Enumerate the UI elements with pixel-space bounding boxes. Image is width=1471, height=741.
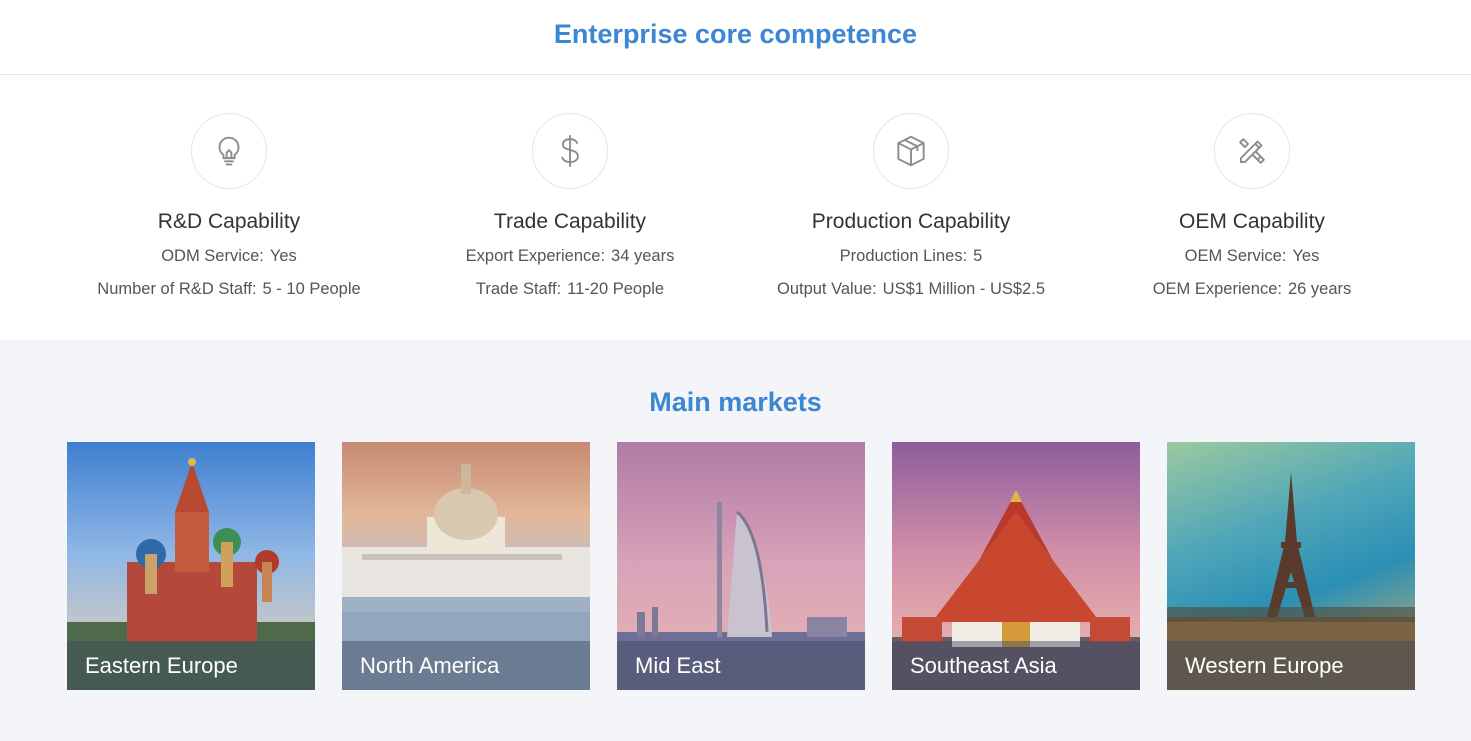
row-value: 5 - 10 People — [262, 280, 361, 298]
market-label: North America — [342, 641, 590, 690]
capability-row: Export Experience: 34 years — [400, 240, 740, 273]
capability-row: OEM Service: Yes — [1082, 240, 1422, 273]
market-label: Mid East — [617, 641, 865, 690]
row-label: ODM Service: — [161, 247, 264, 265]
row-value: Yes — [269, 247, 297, 265]
market-label: Eastern Europe — [67, 641, 315, 690]
core-competence-section: Enterprise core competence R&D Capabilit… — [0, 0, 1471, 340]
market-tile-mid-east[interactable]: Mid East — [617, 442, 865, 690]
market-label: Western Europe — [1167, 641, 1415, 690]
capability-title: R&D Capability — [157, 210, 301, 233]
row-label: Output Value: — [776, 280, 877, 298]
market-tile-eastern-europe[interactable]: Eastern Europe — [67, 442, 315, 690]
capability-row: ODM Service: Yes — [59, 240, 399, 273]
capability-card-oem: OEM Capability OEM Service: Yes OEM Exper… — [1082, 75, 1422, 306]
market-label: Southeast Asia — [892, 641, 1140, 690]
capability-row: Production Lines: 5 — [741, 240, 1081, 273]
row-label: Number of R&D Staff: — [97, 280, 257, 298]
design-tools-icon — [1214, 113, 1290, 189]
section-title: Main markets — [649, 387, 822, 417]
market-tile-southeast-asia[interactable]: Southeast Asia — [892, 442, 1140, 690]
capability-title: OEM Capability — [1179, 210, 1325, 233]
capability-title: Trade Capability — [493, 210, 647, 233]
row-label: Trade Staff: — [475, 280, 562, 298]
row-label: Production Lines: — [839, 247, 968, 265]
row-label: Export Experience: — [465, 247, 606, 265]
section-title: Enterprise core competence — [0, 0, 1471, 75]
capability-row: Trade Staff: 11-20 People — [400, 273, 740, 306]
row-value: 5 — [973, 247, 983, 265]
row-value: 11-20 People — [567, 280, 665, 298]
capability-card-production: Production Capability Production Lines: 5… — [741, 75, 1081, 306]
main-markets-section: Main markets Eastern Europe North Americ… — [0, 340, 1471, 741]
capability-row: Output Value: US$1 Million - US$2.5 — [741, 273, 1081, 306]
row-value: US$1 Million - US$2.5 — [882, 280, 1045, 298]
capability-title: Production Capability — [811, 210, 1011, 233]
market-tile-north-america[interactable]: North America — [342, 442, 590, 690]
dollar-icon — [532, 113, 608, 189]
capability-card-rnd: R&D Capability ODM Service: Yes Number of… — [59, 75, 399, 306]
row-label: OEM Experience: — [1152, 280, 1282, 298]
capability-row: Number of R&D Staff: 5 - 10 People — [59, 273, 399, 306]
row-label: OEM Service: — [1184, 247, 1287, 265]
box-icon — [873, 113, 949, 189]
row-value: 26 years — [1288, 280, 1352, 298]
lightbulb-icon — [191, 113, 267, 189]
capability-card-trade: Trade Capability Export Experience: 34 ye… — [400, 75, 740, 306]
capability-row: OEM Experience: 26 years — [1082, 273, 1422, 306]
row-value: Yes — [1292, 247, 1320, 265]
row-value: 34 years — [611, 247, 675, 265]
market-tile-western-europe[interactable]: Western Europe — [1167, 442, 1415, 690]
